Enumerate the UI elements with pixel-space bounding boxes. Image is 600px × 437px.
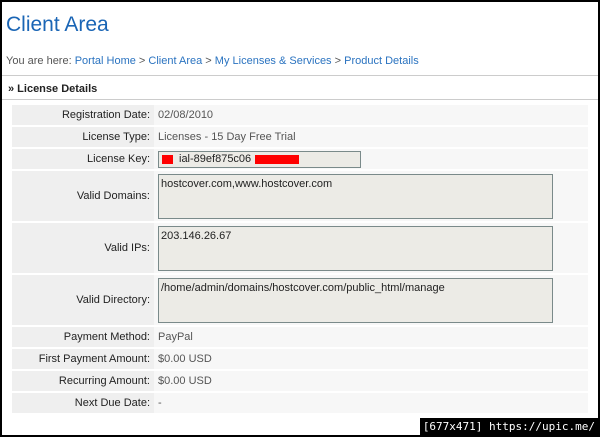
license-key-text: ial-89ef875c06 [179,152,252,165]
row-valid-directory: Valid Directory: /home/admin/domains/hos… [12,275,588,327]
page-title: Client Area [6,13,109,36]
first-payment-value: $0.00 USD [154,349,588,369]
row-valid-domains: Valid Domains: hostcover.com,www.hostcov… [12,171,588,223]
valid-ips-cell: 203.146.26.67 [154,223,588,273]
screenshot-frame: Client Area You are here: Portal Home > … [2,2,598,435]
redaction-mark [255,154,299,164]
valid-directory-label: Valid Directory: [12,275,154,325]
upload-credit-badge: [677x471] https://upic.me/ [419,418,598,435]
row-registration-date: Registration Date: 02/08/2010 [12,105,588,127]
row-license-key: License Key: ial-89ef875c06 [12,149,588,171]
recurring-amount-value: $0.00 USD [154,371,588,391]
breadcrumb-separator: > [138,55,146,67]
row-license-type: License Type: Licenses - 15 Day Free Tri… [12,127,588,149]
breadcrumb-client-area[interactable]: Client Area [148,55,202,67]
redaction-mark [162,154,173,164]
valid-directory-cell: /home/admin/domains/hostcover.com/public… [154,275,588,325]
license-key-cell: ial-89ef875c06 [154,149,588,169]
breadcrumb-prefix: You are here: [6,55,72,67]
row-payment-method: Payment Method: PayPal [12,327,588,349]
breadcrumb: You are here: Portal Home > Client Area … [6,55,419,67]
valid-directory-textarea[interactable]: /home/admin/domains/hostcover.com/public… [158,278,553,323]
license-type-value: Licenses - 15 Day Free Trial [154,127,588,147]
valid-domains-cell: hostcover.com,www.hostcover.com [154,171,588,221]
valid-domains-label: Valid Domains: [12,171,154,221]
valid-domains-textarea[interactable]: hostcover.com,www.hostcover.com [158,174,553,219]
breadcrumb-separator: > [205,55,212,67]
breadcrumb-my-licenses[interactable]: My Licenses & Services [215,55,332,67]
license-details-table: Registration Date: 02/08/2010 License Ty… [12,105,588,415]
divider [2,75,598,76]
license-key-label: License Key: [12,149,154,169]
breadcrumb-portal-home[interactable]: Portal Home [75,55,136,67]
first-payment-label: First Payment Amount: [12,349,154,369]
row-next-due-date: Next Due Date: - [12,393,588,415]
next-due-date-value: - [154,393,588,413]
payment-method-label: Payment Method: [12,327,154,347]
row-recurring-amount: Recurring Amount: $0.00 USD [12,371,588,393]
row-valid-ips: Valid IPs: 203.146.26.67 [12,223,588,275]
breadcrumb-separator: > [334,55,342,67]
section-heading: » License Details [8,83,98,95]
divider [2,99,598,100]
row-first-payment: First Payment Amount: $0.00 USD [12,349,588,371]
breadcrumb-product-details[interactable]: Product Details [344,55,419,67]
valid-ips-textarea[interactable]: 203.146.26.67 [158,226,553,271]
payment-method-value: PayPal [154,327,588,347]
license-key-field[interactable]: ial-89ef875c06 [158,150,361,168]
registration-date-value: 02/08/2010 [154,105,588,125]
recurring-amount-label: Recurring Amount: [12,371,154,391]
license-type-label: License Type: [12,127,154,147]
next-due-date-label: Next Due Date: [12,393,154,413]
registration-date-label: Registration Date: [12,105,154,125]
valid-ips-label: Valid IPs: [12,223,154,273]
